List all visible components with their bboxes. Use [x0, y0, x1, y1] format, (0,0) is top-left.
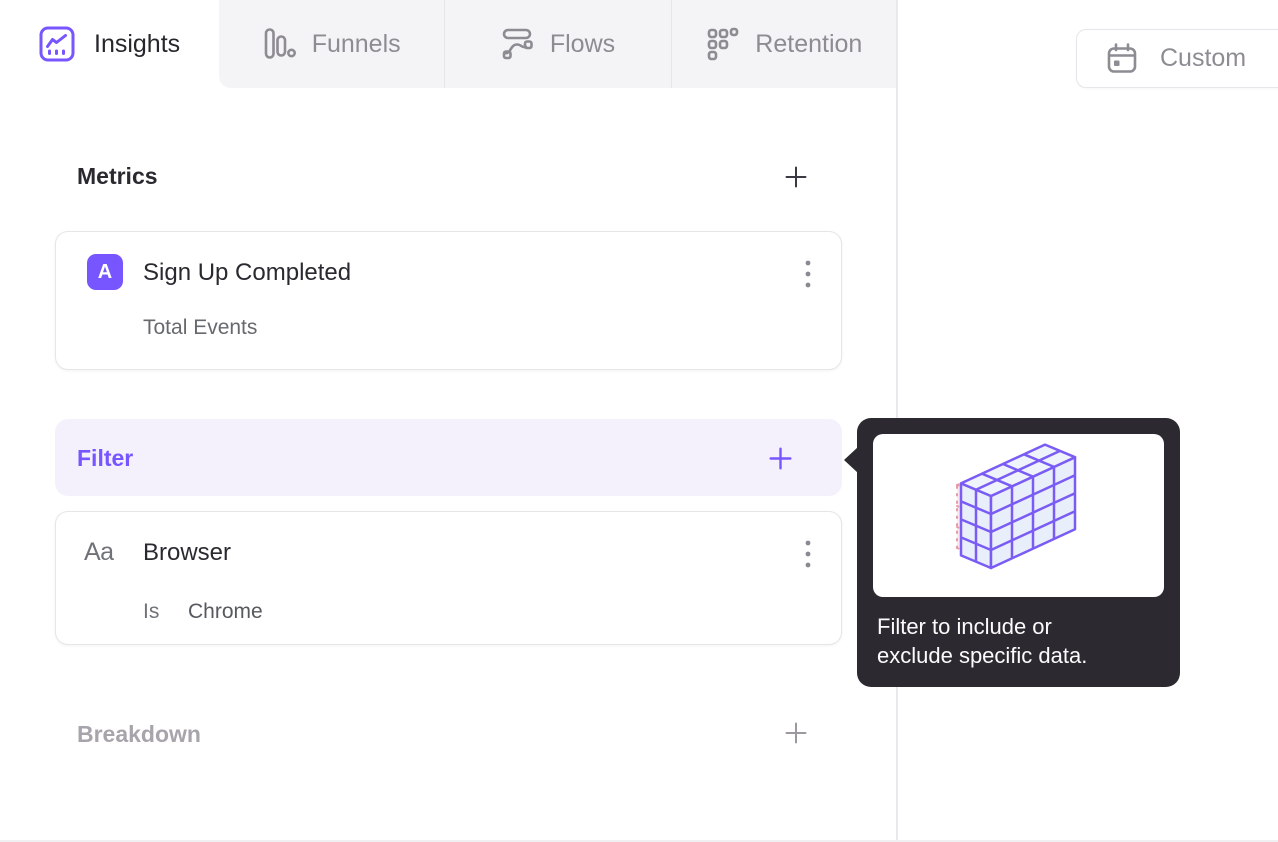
- kebab-menu-icon: [805, 540, 811, 568]
- metric-card-sign-up-completed[interactable]: A Sign Up Completed Total Events: [55, 231, 842, 370]
- add-breakdown-button[interactable]: [779, 716, 813, 750]
- tab-flows[interactable]: Flows: [444, 0, 670, 88]
- tooltip-arrow: [844, 447, 858, 473]
- date-range-custom-button[interactable]: Custom: [1076, 29, 1278, 88]
- filter-heading: Filter: [77, 445, 134, 471]
- flows-wave-icon: [501, 27, 535, 61]
- filter-operator[interactable]: Is: [143, 600, 159, 624]
- metric-options-kebab-button[interactable]: [786, 252, 830, 296]
- add-metric-button[interactable]: [779, 160, 813, 194]
- inactive-tabs-group: Funnels Flows Retention: [219, 0, 897, 88]
- date-range-label: Custom: [1160, 44, 1247, 72]
- tab-retention-label: Retention: [755, 29, 863, 58]
- filter-value[interactable]: Chrome: [188, 600, 263, 624]
- tab-flows-label: Flows: [549, 29, 616, 58]
- tab-insights[interactable]: Insights: [0, 0, 219, 88]
- metric-aggregation-label[interactable]: Total Events: [143, 316, 257, 340]
- filter-cube-illustration: [873, 434, 1164, 597]
- filter-card-browser[interactable]: Aa Browser Is Chrome: [55, 511, 842, 645]
- tab-funnels[interactable]: Funnels: [219, 0, 444, 88]
- string-property-type-icon: Aa: [84, 538, 114, 566]
- retention-dots-icon: [706, 27, 740, 61]
- tooltip-description: Filter to include or exclude specific da…: [877, 614, 1088, 668]
- metric-title: Sign Up Completed: [143, 259, 352, 286]
- add-filter-button[interactable]: [763, 441, 797, 475]
- filter-options-kebab-button[interactable]: [786, 532, 830, 576]
- metric-letter-badge: A: [87, 254, 123, 290]
- insights-chart-icon: [38, 25, 76, 63]
- kebab-menu-icon: [805, 260, 811, 288]
- tab-funnels-label: Funnels: [311, 29, 401, 58]
- metrics-heading: Metrics: [77, 163, 158, 189]
- filter-help-tooltip: Filter to include or exclude specific da…: [844, 418, 1180, 687]
- tab-retention[interactable]: Retention: [670, 0, 897, 88]
- funnels-bars-icon: [263, 27, 297, 61]
- calendar-icon: [1104, 41, 1140, 77]
- breakdown-heading: Breakdown: [77, 721, 201, 747]
- filter-property-title: Browser: [143, 539, 232, 566]
- tab-insights-label: Insights: [94, 29, 181, 58]
- tab-bar: Insights Funnels Flows Retention: [0, 0, 897, 88]
- filter-section-row: Filter: [55, 419, 842, 496]
